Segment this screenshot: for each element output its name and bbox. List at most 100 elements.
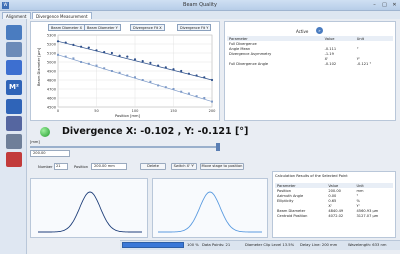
status-led <box>40 127 50 137</box>
legend-item[interactable]: Divergence Fit X <box>130 24 165 31</box>
pdf-icon[interactable] <box>6 152 22 167</box>
data-point-x <box>110 51 113 55</box>
app-icon: W <box>2 2 9 9</box>
number-label: Number <box>38 165 53 169</box>
active-label: Active <box>296 29 309 34</box>
data-point-y <box>157 84 160 87</box>
data-point-x <box>210 78 214 82</box>
move-stage-button[interactable]: Move stage to position <box>200 163 244 170</box>
y-tick-label: 4800 <box>47 78 57 82</box>
save-icon[interactable] <box>6 116 22 131</box>
progress-text: 100 % <box>187 243 199 247</box>
data-point-x <box>56 40 60 43</box>
maximize-button[interactable]: □ <box>380 2 389 9</box>
data-point-x <box>80 45 83 48</box>
beam-profile-x <box>38 191 142 233</box>
data-point-x <box>164 66 167 69</box>
progress-bar <box>122 242 184 248</box>
data-point-x <box>195 74 198 77</box>
data-point-x <box>118 54 121 57</box>
data-point-y <box>72 57 75 60</box>
data-point-y <box>195 95 198 98</box>
legend-item[interactable]: Beam Diameter Y <box>84 24 121 31</box>
m2-icon[interactable]: M² <box>6 80 22 95</box>
y-tick-label: 5300 <box>47 33 57 37</box>
number-field[interactable]: 21 <box>54 163 68 170</box>
data-point-x <box>64 41 67 44</box>
y-tick-label: 4700 <box>47 87 57 91</box>
slider-handle[interactable] <box>216 143 220 151</box>
data-point-x <box>141 60 144 63</box>
delay-line: Delay Line: 200 mm <box>300 243 338 247</box>
minimize-button[interactable]: – <box>370 2 379 9</box>
data-point-x <box>133 58 137 61</box>
wavelength: Wavelength: 633 nm <box>348 243 387 247</box>
data-point-y <box>126 74 129 77</box>
data-point-y <box>118 71 121 74</box>
data-point-y <box>87 62 90 65</box>
data-point-y <box>164 86 167 89</box>
data-point-y <box>64 55 67 58</box>
data-point-x <box>203 76 206 79</box>
slider-unit: [mm] <box>30 140 40 144</box>
data-point-x <box>180 69 183 73</box>
results-title: Calculation Results of the Selected Poin… <box>275 174 348 178</box>
title-bar: Beam Quality W – □ ✕ <box>0 0 400 11</box>
data-point-x <box>126 55 129 58</box>
y-tick-label: 5000 <box>47 60 57 64</box>
beam-profile-y <box>158 191 262 233</box>
data-point-y <box>134 76 136 79</box>
x-tick-label: 100 <box>132 109 140 113</box>
data-point-y <box>203 97 206 99</box>
x-tick-label: 150 <box>170 109 178 113</box>
legend-item[interactable]: Divergence Fit Y <box>177 24 212 31</box>
clip-level: Diameter Clip Level 13.5% <box>245 243 295 247</box>
x-tick-label: 50 <box>94 109 99 113</box>
position-field[interactable]: 200.00 mm <box>91 163 127 170</box>
divergence-readout: Divergence X: -0.102 , Y: -0.121 [°] <box>62 126 249 137</box>
clipboard-icon[interactable] <box>6 42 22 57</box>
y-tick-label: 5100 <box>47 51 57 55</box>
data-point-x <box>157 64 160 67</box>
data-point-x <box>172 68 175 71</box>
tab-alignment[interactable]: Alignment <box>2 12 31 19</box>
data-point-y <box>57 53 59 56</box>
parameters-table: Parameter Value Unit Full Divergence Angle… <box>227 36 393 66</box>
legend-item[interactable]: Beam Diameter X <box>48 24 86 31</box>
data-point-x <box>103 51 106 54</box>
results-table: Parameter Value Unit Position 200.00 mm Azim… <box>275 183 393 218</box>
y-tick-label: 5200 <box>47 42 57 46</box>
slider-value[interactable]: 200.00 <box>30 150 70 157</box>
x-tick-label: 0 <box>57 109 60 113</box>
play-icon[interactable] <box>6 60 22 75</box>
data-point-y <box>95 64 98 67</box>
window-title: Beam Quality <box>183 2 217 8</box>
data-point-y <box>172 88 175 90</box>
export-icon[interactable] <box>6 134 22 149</box>
stop-icon[interactable] <box>6 99 22 114</box>
expand-icon[interactable]: » <box>316 27 323 34</box>
wizard-icon[interactable] <box>6 25 22 40</box>
close-button[interactable]: ✕ <box>390 2 399 9</box>
x-tick-label: 200 <box>209 109 217 113</box>
y-tick-label: 4600 <box>47 96 57 100</box>
data-point-x <box>187 72 190 75</box>
data-point-x <box>72 43 75 46</box>
data-point-y <box>141 79 144 81</box>
divergence-chart[interactable]: 4500 4600 4700 4800 4900 5000 5100 5200 5300 0 50 1… <box>30 31 220 115</box>
data-point-y <box>80 61 83 63</box>
delete-button[interactable]: Delete <box>140 163 166 170</box>
beam-profiles <box>38 191 262 233</box>
y-tick-label: 4500 <box>47 105 57 109</box>
position-slider[interactable] <box>30 146 220 148</box>
data-point-y <box>149 80 152 83</box>
position-label: Position <box>74 165 88 169</box>
y-tick-label: 4900 <box>47 69 57 73</box>
switch-button[interactable]: Switch X' Y' <box>171 163 197 170</box>
data-point-x <box>149 61 152 64</box>
data-point-y <box>103 67 106 70</box>
tab-divergence[interactable]: Divergence Measurement <box>32 12 92 19</box>
data-point-x <box>95 49 98 52</box>
data-point-x <box>87 46 90 49</box>
data-point-y <box>180 90 183 93</box>
